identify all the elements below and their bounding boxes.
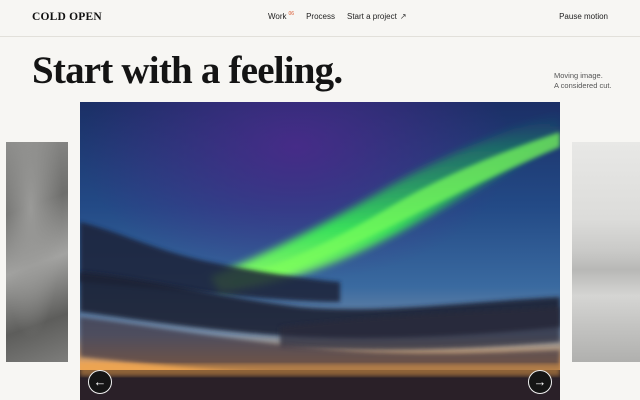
pause-motion-button[interactable]: Pause motion [559,12,608,21]
tagline: Moving image. A considered cut. [554,71,612,91]
carousel-prev-button[interactable]: ← [88,370,112,394]
nav-start-project-link[interactable]: Start a project ↗ [347,12,407,21]
carousel-next-button[interactable]: → [528,370,552,394]
hero-carousel-image [80,102,560,400]
brand-logo[interactable]: COLD OPEN [32,11,102,23]
arrow-right-icon: → [533,374,547,389]
work-count-badge: 06 [288,11,295,17]
site-header: COLD OPEN Work 06 Process Start a projec… [0,0,640,37]
nav-process-link[interactable]: Process [306,12,335,21]
nav-work-label: Work [268,12,287,21]
tagline-line-2: A considered cut. [554,81,612,90]
carousel-slide-previous[interactable] [6,142,68,362]
nav-start-project-label: Start a project [347,12,397,21]
arrow-left-icon: ← [93,374,107,389]
carousel-slide-next[interactable] [572,142,640,362]
page-headline: Start with a feeling. [32,49,343,92]
nav-process-label: Process [306,12,335,21]
tagline-line-1: Moving image. [554,71,603,80]
arrow-up-right-icon: ↗ [399,12,407,21]
nav-work-link[interactable]: Work 06 [268,11,295,21]
main-nav: Work 06 Process Start a project ↗ [268,11,407,21]
